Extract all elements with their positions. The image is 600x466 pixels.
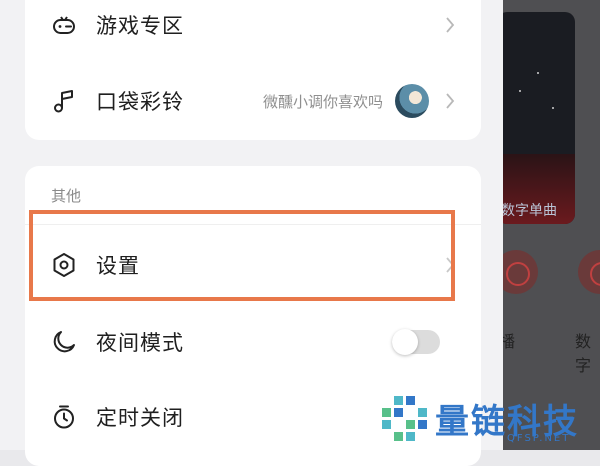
- night-mode-toggle[interactable]: [392, 329, 440, 355]
- menu-item-pocket-ringtone[interactable]: 口袋彩铃 微醺小调你喜欢吗: [25, 73, 481, 129]
- menu-card-top: 游戏专区 口袋彩铃 微醺小调你喜欢吗: [25, 0, 481, 140]
- background-shortcut-icon[interactable]: [578, 250, 600, 294]
- menu-item-label: 定时关闭: [96, 406, 184, 430]
- watermark-logo-icon: [382, 396, 427, 441]
- watermark: 量链科技 QFSP.NET: [380, 390, 600, 450]
- ringtone-subtitle: 微醺小调你喜欢吗: [262, 92, 383, 111]
- highlight-box: [29, 210, 455, 301]
- timer-icon: [51, 404, 77, 430]
- toggle-knob: [392, 329, 418, 355]
- menu-item-label: 游戏专区: [96, 14, 184, 38]
- background-album-card[interactable]: 数字单曲: [497, 12, 575, 224]
- moon-icon: [51, 329, 77, 355]
- background-card-label: 数字单曲: [501, 203, 557, 219]
- menu-item-label: 口袋彩铃: [96, 90, 184, 114]
- background-shortcut-label-2: 数字: [575, 332, 592, 375]
- menu-item-game-zone[interactable]: 游戏专区: [25, 0, 481, 53]
- chevron-right-icon: [446, 93, 455, 109]
- watermark-domain: QFSP.NET: [507, 433, 571, 444]
- ringtone-avatar: [395, 84, 429, 118]
- section-title: 其他: [51, 187, 82, 205]
- side-drawer: 游戏专区 口袋彩铃 微醺小调你喜欢吗 其他 设置 夜间模式 定时关闭: [0, 0, 503, 466]
- menu-item-night-mode[interactable]: 夜间模式: [25, 314, 481, 370]
- menu-item-label: 夜间模式: [96, 331, 184, 355]
- gamepad-icon: [51, 12, 77, 38]
- music-note-icon: [51, 88, 77, 114]
- chevron-right-icon: [446, 17, 455, 33]
